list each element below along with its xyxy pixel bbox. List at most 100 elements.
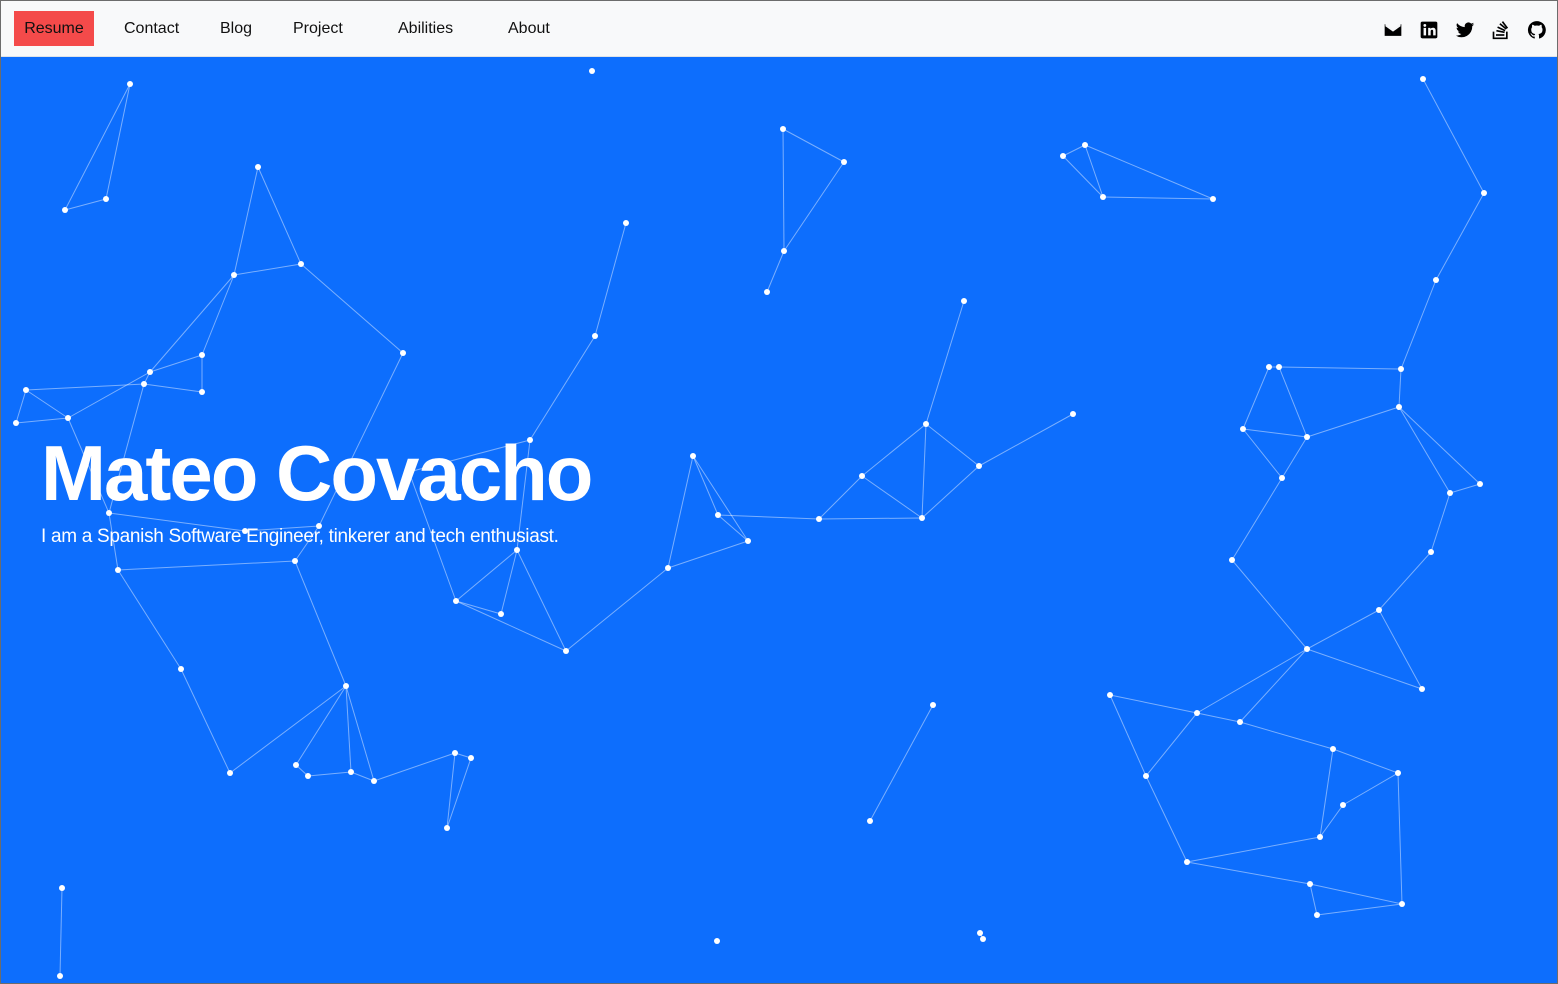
network-link (516, 549, 567, 652)
network-node (1304, 434, 1310, 440)
network-node (1184, 859, 1190, 865)
network-link (1435, 192, 1485, 281)
network-node (444, 825, 450, 831)
network-link (59, 887, 63, 977)
network-node (745, 538, 751, 544)
network-node (1330, 746, 1336, 752)
network-link (1186, 836, 1321, 863)
network-link (783, 161, 845, 252)
network-node (764, 289, 770, 295)
network-link (1422, 78, 1485, 194)
network-node (227, 770, 233, 776)
network-link (925, 300, 965, 425)
nav-link-abilities[interactable]: Abilities (398, 19, 453, 39)
network-node (961, 298, 967, 304)
network-link (15, 417, 69, 424)
network-link (1239, 721, 1334, 750)
network-node (1240, 426, 1246, 432)
network-link (921, 465, 980, 519)
network-node (592, 333, 598, 339)
network-node (400, 350, 406, 356)
network-node (147, 369, 153, 375)
network-link (149, 274, 235, 373)
mail-icon[interactable] (1382, 19, 1404, 41)
network-node (1477, 481, 1483, 487)
network-link (1398, 406, 1451, 494)
network-link (1309, 883, 1403, 905)
network-link (117, 560, 296, 571)
network-node (141, 381, 147, 387)
network-link (1319, 804, 1344, 838)
stackoverflow-icon[interactable] (1490, 19, 1512, 41)
network-link (861, 423, 927, 477)
network-node (919, 515, 925, 521)
network-link (25, 389, 69, 419)
network-node (298, 261, 304, 267)
network-node (1304, 646, 1310, 652)
twitter-icon[interactable] (1454, 19, 1476, 41)
network-node (1070, 411, 1076, 417)
network-node (348, 769, 354, 775)
network-link (25, 383, 145, 391)
network-node (690, 453, 696, 459)
network-node (623, 220, 629, 226)
network-link (1397, 772, 1403, 905)
network-link (1242, 366, 1270, 430)
network-link (1239, 648, 1308, 723)
hero-tagline: I am a Spanish Software Engineer, tinker… (41, 526, 559, 547)
nav-link-project[interactable]: Project (293, 19, 343, 39)
network-link (1449, 483, 1481, 494)
network-node (1428, 549, 1434, 555)
network-node (13, 420, 19, 426)
network-node (199, 389, 205, 395)
network-node (1307, 881, 1313, 887)
nav-link-blog[interactable]: Blog (220, 19, 252, 39)
network-node (1447, 490, 1453, 496)
top-navbar: Resume Contact Blog Project Abilities Ab… (0, 0, 1558, 57)
network-link (529, 335, 596, 441)
network-link (1084, 144, 1214, 200)
network-link (1102, 196, 1214, 200)
network-link (861, 475, 923, 519)
network-link (373, 752, 456, 782)
hero-name: Mateo Covacho (41, 429, 593, 517)
linkedin-icon[interactable] (1418, 19, 1440, 41)
network-link (667, 540, 749, 569)
network-link (782, 128, 845, 163)
network-link (1062, 155, 1104, 198)
network-link (717, 514, 749, 542)
network-node (305, 773, 311, 779)
network-link (1281, 436, 1308, 479)
network-link (1306, 609, 1380, 650)
network-link (1145, 712, 1198, 777)
network-node (859, 473, 865, 479)
network-link (307, 771, 352, 777)
network-link (233, 263, 302, 276)
network-link (180, 668, 231, 774)
network-link (233, 166, 259, 276)
network-link (455, 549, 518, 602)
network-link (1145, 775, 1188, 863)
network-link (257, 166, 302, 265)
network-node (1266, 364, 1272, 370)
nav-link-contact[interactable]: Contact (124, 19, 179, 39)
network-node (1314, 912, 1320, 918)
network-node (178, 666, 184, 672)
resume-button[interactable]: Resume (14, 11, 94, 46)
network-link (1319, 748, 1334, 838)
github-icon[interactable] (1526, 19, 1548, 41)
network-node (498, 611, 504, 617)
network-link (294, 560, 347, 687)
network-node (1395, 770, 1401, 776)
network-link (67, 371, 151, 419)
nav-link-about[interactable]: About (508, 19, 550, 39)
network-link (1342, 772, 1399, 806)
network-link (1398, 368, 1402, 408)
network-link (1306, 648, 1423, 690)
network-node (930, 702, 936, 708)
network-link (667, 455, 694, 569)
network-node (103, 196, 109, 202)
network-node (293, 762, 299, 768)
network-link (1242, 428, 1283, 479)
network-node (980, 936, 986, 942)
